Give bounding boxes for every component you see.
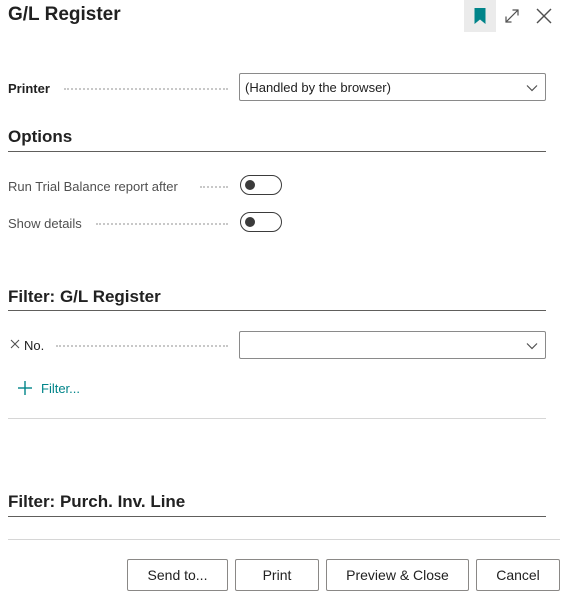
close-icon: [10, 339, 20, 349]
bookmark-icon: [474, 8, 486, 24]
footer-divider: [8, 539, 560, 540]
section-divider: [8, 151, 546, 152]
dotted-leader: [96, 223, 228, 225]
page-title: G/L Register: [8, 4, 121, 25]
run-trial-balance-toggle[interactable]: [240, 175, 282, 195]
section-divider: [8, 310, 546, 311]
show-details-toggle[interactable]: [240, 212, 282, 232]
close-icon: [536, 8, 552, 24]
printer-select-value: (Handled by the browser): [245, 79, 391, 95]
filter-purch-inv-line-title: Filter: Purch. Inv. Line: [8, 492, 186, 511]
expand-icon: [505, 9, 519, 23]
cancel-button[interactable]: Cancel: [476, 559, 560, 591]
filter-gl-register-title: Filter: G/L Register: [8, 287, 161, 306]
options-section-title: Options: [8, 127, 73, 146]
bookmark-button[interactable]: [464, 0, 496, 32]
send-to-button[interactable]: Send to...: [127, 559, 228, 591]
dotted-leader: [200, 186, 228, 188]
no-filter-label: No.: [24, 337, 45, 353]
add-filter-link[interactable]: Filter...: [16, 379, 80, 397]
chevron-down-icon: [526, 343, 538, 350]
dotted-leader: [56, 345, 228, 347]
close-button[interactable]: [528, 0, 560, 32]
remove-filter-button[interactable]: [8, 337, 22, 351]
section-divider: [8, 516, 546, 517]
run-trial-balance-label: Run Trial Balance report after: [8, 178, 178, 194]
toggle-knob: [245, 217, 255, 227]
no-filter-select[interactable]: [239, 331, 546, 359]
toggle-knob: [245, 180, 255, 190]
printer-label: Printer: [8, 80, 50, 96]
preview-close-button[interactable]: Preview & Close: [326, 559, 469, 591]
divider: [8, 418, 546, 419]
add-filter-label: Filter...: [41, 380, 81, 396]
dotted-leader: [64, 88, 228, 90]
show-details-label: Show details: [8, 215, 82, 231]
expand-button[interactable]: [496, 0, 528, 32]
chevron-down-icon: [526, 85, 538, 92]
plus-icon: [18, 381, 32, 395]
printer-select[interactable]: (Handled by the browser): [239, 73, 546, 101]
print-button[interactable]: Print: [235, 559, 319, 591]
